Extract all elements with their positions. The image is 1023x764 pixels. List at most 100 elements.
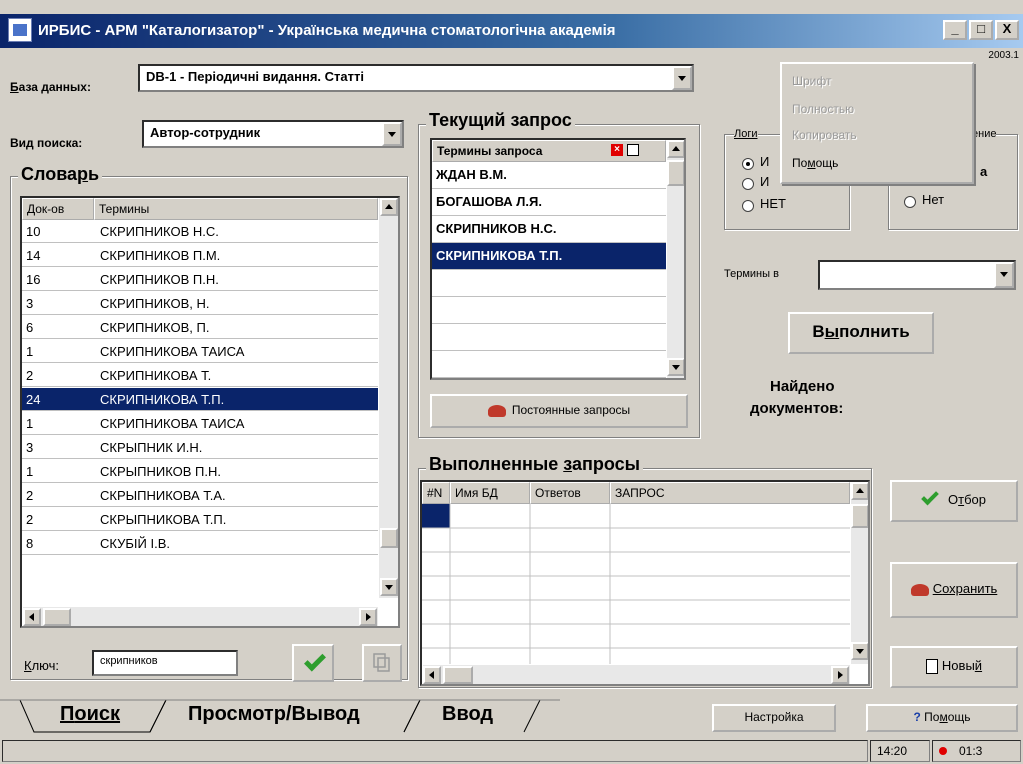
query-term-row[interactable]: ЖДАН В.М.: [432, 162, 666, 189]
query-term-row[interactable]: [432, 351, 666, 378]
key-input[interactable]: скрипников: [92, 650, 238, 676]
save-button[interactable]: Сохранить: [890, 562, 1018, 618]
dictionary-vscroll[interactable]: [378, 198, 398, 598]
term-text: СКРИПНИКОВА ТАИСА: [100, 416, 245, 431]
col-query-header[interactable]: ЗАПРОС: [610, 482, 850, 504]
dictionary-row[interactable]: 1 СКРИПНИКОВА ТАИСА: [22, 412, 378, 435]
permanent-queries-button[interactable]: Постоянные запросы: [430, 394, 688, 428]
database-select[interactable]: DB-1 - Періодичні видання. Статті: [138, 64, 694, 92]
query-term-row[interactable]: СКРИПНИКОВА Т.П.: [432, 243, 666, 270]
dictionary-row[interactable]: 16 СКРИПНИКОВ П.Н.: [22, 268, 378, 291]
app-icon: [8, 18, 32, 42]
query-term-row[interactable]: СКРИПНИКОВ Н.С.: [432, 216, 666, 243]
terms-in-label: Термины в: [724, 268, 779, 280]
terms-in-select[interactable]: [818, 260, 1016, 290]
hscroll-thumb[interactable]: [443, 666, 473, 684]
dictionary-list[interactable]: Док-ов Термины 10 СКРИПНИКОВ Н.С. 14 СКРИПН…: [20, 196, 400, 628]
new-button[interactable]: Новый: [890, 646, 1018, 688]
context-menu[interactable]: Шрифт Полностью Копировать Помощь: [780, 62, 974, 184]
query-term-row[interactable]: [432, 270, 666, 297]
check-icon: [304, 649, 326, 672]
tab-search[interactable]: Поиск: [60, 698, 120, 734]
execute-button[interactable]: Выполнить: [788, 312, 934, 354]
col-answers-header[interactable]: Ответов: [530, 482, 610, 504]
scroll-thumb[interactable]: [380, 528, 398, 548]
square-icon[interactable]: [627, 144, 639, 156]
menu-item-copy[interactable]: Копировать: [792, 128, 857, 142]
right-options-title: ение: [972, 128, 997, 140]
chevron-down-icon[interactable]: [672, 66, 692, 90]
right-no-radio[interactable]: [904, 196, 916, 208]
scroll-down-icon[interactable]: [851, 642, 868, 660]
scroll-up-icon[interactable]: [851, 482, 868, 500]
dictionary-row[interactable]: 2 СКРЫПНИКОВА Т.А.: [22, 484, 378, 507]
term-text: СКРЫПНИКОВА Т.П.: [100, 512, 227, 527]
dictionary-row[interactable]: 3 СКРИПНИКОВ, Н.: [22, 292, 378, 315]
col-docs-header[interactable]: Док-ов: [22, 198, 94, 220]
query-term-row[interactable]: [432, 324, 666, 351]
query-terms-header: Термины запроса ×: [432, 140, 666, 162]
doc-count: 2: [26, 368, 34, 383]
logic-title: Логи: [734, 128, 758, 140]
query-term-row[interactable]: [432, 297, 666, 324]
scroll-left-icon[interactable]: [23, 608, 41, 626]
dictionary-row[interactable]: 2 СКРЫПНИКОВА Т.П.: [22, 508, 378, 531]
dictionary-row[interactable]: 1 СКРЫПНИКОВ П.Н.: [22, 460, 378, 483]
scroll-left-icon[interactable]: [423, 666, 441, 684]
menu-item-font[interactable]: Шрифт: [792, 74, 831, 88]
dictionary-row[interactable]: 1 СКРИПНИКОВА ТАИСА: [22, 340, 378, 363]
col-db-header[interactable]: Имя БД: [450, 482, 530, 504]
logic-and-radio[interactable]: [742, 158, 754, 170]
title-bar[interactable]: ИРБИС - АРМ "Каталогизатор" - Українська…: [0, 14, 1023, 48]
scroll-right-icon[interactable]: [831, 666, 849, 684]
doc-count: 24: [26, 392, 41, 407]
logic-and2-radio[interactable]: [742, 178, 754, 190]
dictionary-row[interactable]: 14 СКРИПНИКОВ П.М.: [22, 244, 378, 267]
search-kind-label: Вид поиска:: [10, 136, 83, 150]
dictionary-row[interactable]: 10 СКРИПНИКОВ Н.С.: [22, 220, 378, 243]
doc-count: 6: [26, 320, 34, 335]
help-button[interactable]: ? Помощь: [866, 704, 1018, 732]
logic-not-label: НЕТ: [760, 196, 786, 211]
tab-input[interactable]: Ввод: [442, 698, 493, 734]
scroll-down-icon[interactable]: [667, 358, 684, 376]
scroll-thumb[interactable]: [851, 504, 868, 528]
search-kind-select[interactable]: Автор-сотрудник: [142, 120, 404, 148]
col-n-header[interactable]: #N: [422, 482, 450, 504]
menu-item-full[interactable]: Полностью: [792, 102, 854, 116]
dictionary-row[interactable]: 24 СКРИПНИКОВА Т.П.: [22, 388, 378, 411]
dictionary-row[interactable]: 6 СКРИПНИКОВ, П.: [22, 316, 378, 339]
apply-key-button[interactable]: [292, 644, 334, 682]
scroll-thumb[interactable]: [667, 160, 684, 186]
tab-view-output[interactable]: Просмотр/Вывод: [188, 698, 360, 734]
menu-item-help[interactable]: Помощь: [792, 156, 838, 170]
query-term-row[interactable]: БОГАШОВА Л.Я.: [432, 189, 666, 216]
select-button[interactable]: Отбор: [890, 480, 1018, 522]
query-vscroll[interactable]: [666, 140, 684, 378]
delete-icon[interactable]: ×: [611, 144, 623, 156]
minimize-button[interactable]: _: [943, 20, 967, 40]
chevron-down-icon[interactable]: [994, 262, 1014, 288]
done-queries-vscroll[interactable]: [850, 482, 868, 664]
dictionary-hscroll[interactable]: [22, 606, 378, 626]
logic-not-radio[interactable]: [742, 200, 754, 212]
done-queries-hscroll[interactable]: [422, 664, 850, 684]
copy-button[interactable]: [362, 644, 402, 682]
status-timer-panel: 01:3: [932, 740, 1021, 762]
hscroll-thumb[interactable]: [43, 608, 71, 626]
close-button[interactable]: X: [995, 20, 1019, 40]
scroll-right-icon[interactable]: [359, 608, 377, 626]
scroll-down-icon[interactable]: [380, 578, 398, 596]
dictionary-row[interactable]: 2 СКРИПНИКОВА Т.: [22, 364, 378, 387]
chevron-down-icon[interactable]: [382, 122, 402, 146]
col-terms-header[interactable]: Термины: [94, 198, 378, 220]
settings-button[interactable]: Настройка: [712, 704, 836, 732]
dictionary-row[interactable]: 8 СКУБІЙ І.В.: [22, 532, 378, 555]
query-terms-list[interactable]: Термины запроса × ЖДАН В.М. БОГАШОВА Л.Я.…: [430, 138, 686, 380]
done-queries-table[interactable]: #N Имя БД Ответов ЗАПРОС: [420, 480, 870, 686]
scroll-up-icon[interactable]: [667, 140, 684, 158]
doc-count: 2: [26, 488, 34, 503]
dictionary-row[interactable]: 3 СКРЫПНИК И.Н.: [22, 436, 378, 459]
maximize-button[interactable]: □: [969, 20, 993, 40]
scroll-up-icon[interactable]: [380, 198, 398, 216]
